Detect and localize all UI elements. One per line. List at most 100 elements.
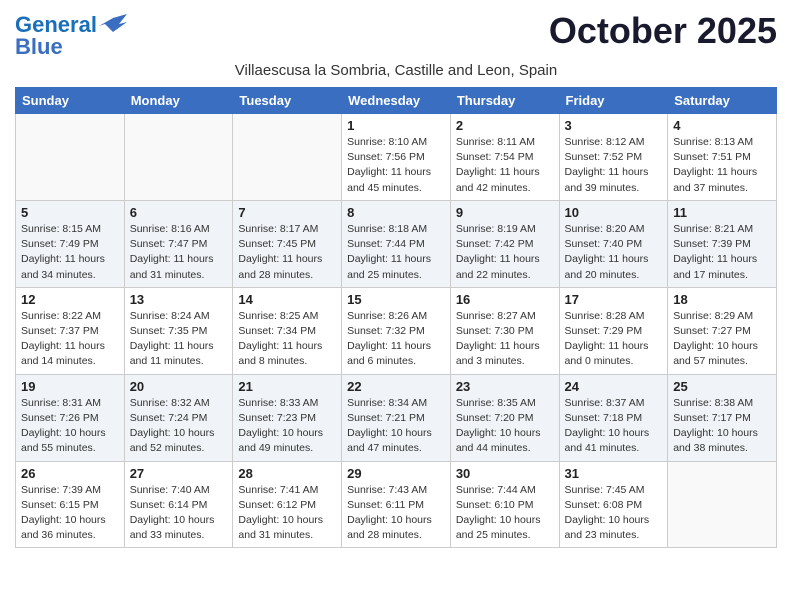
day-cell: 13 Sunrise: 8:24 AM Sunset: 7:35 PM Dayli… [124,287,233,374]
day-cell: 9Sunrise: 8:19 AM Sunset: 7:42 PM Daylig… [450,200,559,287]
day-cell: 23Sunrise: 8:35 AM Sunset: 7:20 PM Dayli… [450,374,559,461]
day-number: 10 [565,205,663,220]
day-cell: 24 Sunrise: 8:37 AM Sunset: 7:18 PM Dayli… [559,374,668,461]
day-number: 30 [456,466,554,481]
day-number: 19 [21,379,119,394]
header-sunday: Sunday [16,88,125,114]
header-wednesday: Wednesday [342,88,451,114]
day-cell: 12Sunrise: 8:22 AM Sunset: 7:37 PM Dayli… [16,287,125,374]
day-cell: 17Sunrise: 8:28 AM Sunset: 7:29 PM Dayli… [559,287,668,374]
day-cell: 20 Sunrise: 8:32 AM Sunset: 7:24 PM Dayli… [124,374,233,461]
day-info: Sunrise: 8:33 AM Sunset: 7:23 PM Dayligh… [238,396,336,457]
day-cell: 15Sunrise: 8:26 AM Sunset: 7:32 PM Dayli… [342,287,451,374]
day-info: Sunrise: 7:44 AM Sunset: 6:10 PM Dayligh… [456,483,554,544]
day-number: 13 [130,292,228,307]
day-number: 28 [238,466,336,481]
week-row-4: 19 Sunrise: 8:31 AM Sunset: 7:26 PM Dayli… [16,374,777,461]
day-info: Sunrise: 8:32 AM Sunset: 7:24 PM Dayligh… [130,396,228,457]
day-number: 16 [456,292,554,307]
day-info: Sunrise: 8:20 AM Sunset: 7:40 PM Dayligh… [565,222,663,283]
day-info: Sunrise: 8:24 AM Sunset: 7:35 PM Dayligh… [130,309,228,370]
day-info: Sunrise: 7:43 AM Sunset: 6:11 PM Dayligh… [347,483,445,544]
day-info: Sunrise: 8:22 AM Sunset: 7:37 PM Dayligh… [21,309,119,370]
day-number: 29 [347,466,445,481]
day-cell: 31 Sunrise: 7:45 AM Sunset: 6:08 PM Dayli… [559,461,668,548]
day-number: 3 [565,118,663,133]
day-info: Sunrise: 8:34 AM Sunset: 7:21 PM Dayligh… [347,396,445,457]
page: General Blue October 2025 Villaescusa la… [0,0,792,558]
day-cell: 7 Sunrise: 8:17 AM Sunset: 7:45 PM Daylig… [233,200,342,287]
header-tuesday: Tuesday [233,88,342,114]
header: General Blue October 2025 [15,10,777,58]
calendar-table: Sunday Monday Tuesday Wednesday Thursday… [15,87,777,548]
day-cell: 18Sunrise: 8:29 AM Sunset: 7:27 PM Dayli… [668,287,777,374]
day-cell: 1Sunrise: 8:10 AM Sunset: 7:56 PM Daylig… [342,114,451,201]
month-title: October 2025 [549,10,777,52]
logo-text: General [15,14,97,36]
day-info: Sunrise: 8:19 AM Sunset: 7:42 PM Dayligh… [456,222,554,283]
day-info: Sunrise: 7:41 AM Sunset: 6:12 PM Dayligh… [238,483,336,544]
day-number: 8 [347,205,445,220]
day-cell [124,114,233,201]
day-info: Sunrise: 7:40 AM Sunset: 6:14 PM Dayligh… [130,483,228,544]
day-info: Sunrise: 8:13 AM Sunset: 7:51 PM Dayligh… [673,135,771,196]
day-cell: 22 Sunrise: 8:34 AM Sunset: 7:21 PM Dayli… [342,374,451,461]
day-cell: 6 Sunrise: 8:16 AM Sunset: 7:47 PM Daylig… [124,200,233,287]
day-number: 5 [21,205,119,220]
day-info: Sunrise: 8:18 AM Sunset: 7:44 PM Dayligh… [347,222,445,283]
day-cell: 5 Sunrise: 8:15 AM Sunset: 7:49 PM Daylig… [16,200,125,287]
logo: General Blue [15,14,127,58]
week-row-1: 1Sunrise: 8:10 AM Sunset: 7:56 PM Daylig… [16,114,777,201]
day-number: 14 [238,292,336,307]
header-thursday: Thursday [450,88,559,114]
day-info: Sunrise: 8:37 AM Sunset: 7:18 PM Dayligh… [565,396,663,457]
day-number: 31 [565,466,663,481]
day-number: 24 [565,379,663,394]
day-number: 6 [130,205,228,220]
day-info: Sunrise: 8:15 AM Sunset: 7:49 PM Dayligh… [21,222,119,283]
day-number: 1 [347,118,445,133]
day-number: 25 [673,379,771,394]
day-info: Sunrise: 8:11 AM Sunset: 7:54 PM Dayligh… [456,135,554,196]
day-number: 2 [456,118,554,133]
week-row-3: 12Sunrise: 8:22 AM Sunset: 7:37 PM Dayli… [16,287,777,374]
day-info: Sunrise: 8:25 AM Sunset: 7:34 PM Dayligh… [238,309,336,370]
day-info: Sunrise: 8:38 AM Sunset: 7:17 PM Dayligh… [673,396,771,457]
day-info: Sunrise: 8:12 AM Sunset: 7:52 PM Dayligh… [565,135,663,196]
header-monday: Monday [124,88,233,114]
day-cell: 8 Sunrise: 8:18 AM Sunset: 7:44 PM Daylig… [342,200,451,287]
day-number: 17 [565,292,663,307]
day-cell: 21 Sunrise: 8:33 AM Sunset: 7:23 PM Dayli… [233,374,342,461]
day-cell: 4 Sunrise: 8:13 AM Sunset: 7:51 PM Daylig… [668,114,777,201]
day-info: Sunrise: 8:31 AM Sunset: 7:26 PM Dayligh… [21,396,119,457]
day-cell: 16 Sunrise: 8:27 AM Sunset: 7:30 PM Dayli… [450,287,559,374]
day-number: 7 [238,205,336,220]
day-number: 21 [238,379,336,394]
day-number: 4 [673,118,771,133]
day-cell: 27 Sunrise: 7:40 AM Sunset: 6:14 PM Dayli… [124,461,233,548]
day-cell: 11Sunrise: 8:21 AM Sunset: 7:39 PM Dayli… [668,200,777,287]
day-number: 23 [456,379,554,394]
logo-text-blue: Blue [15,36,127,58]
day-cell [16,114,125,201]
day-info: Sunrise: 8:26 AM Sunset: 7:32 PM Dayligh… [347,309,445,370]
day-cell: 26Sunrise: 7:39 AM Sunset: 6:15 PM Dayli… [16,461,125,548]
day-info: Sunrise: 8:16 AM Sunset: 7:47 PM Dayligh… [130,222,228,283]
day-cell: 25 Sunrise: 8:38 AM Sunset: 7:17 PM Dayli… [668,374,777,461]
day-number: 18 [673,292,771,307]
day-cell: 19 Sunrise: 8:31 AM Sunset: 7:26 PM Dayli… [16,374,125,461]
day-cell: 3 Sunrise: 8:12 AM Sunset: 7:52 PM Daylig… [559,114,668,201]
day-cell [668,461,777,548]
day-number: 22 [347,379,445,394]
day-number: 27 [130,466,228,481]
day-info: Sunrise: 8:27 AM Sunset: 7:30 PM Dayligh… [456,309,554,370]
day-number: 20 [130,379,228,394]
day-cell: 2 Sunrise: 8:11 AM Sunset: 7:54 PM Daylig… [450,114,559,201]
day-info: Sunrise: 7:45 AM Sunset: 6:08 PM Dayligh… [565,483,663,544]
logo-bird-icon [99,14,127,36]
week-row-5: 26Sunrise: 7:39 AM Sunset: 6:15 PM Dayli… [16,461,777,548]
subtitle: Villaescusa la Sombria, Castille and Leo… [15,62,777,79]
day-cell: 14 Sunrise: 8:25 AM Sunset: 7:34 PM Dayli… [233,287,342,374]
day-cell: 29 Sunrise: 7:43 AM Sunset: 6:11 PM Dayli… [342,461,451,548]
day-info: Sunrise: 8:17 AM Sunset: 7:45 PM Dayligh… [238,222,336,283]
